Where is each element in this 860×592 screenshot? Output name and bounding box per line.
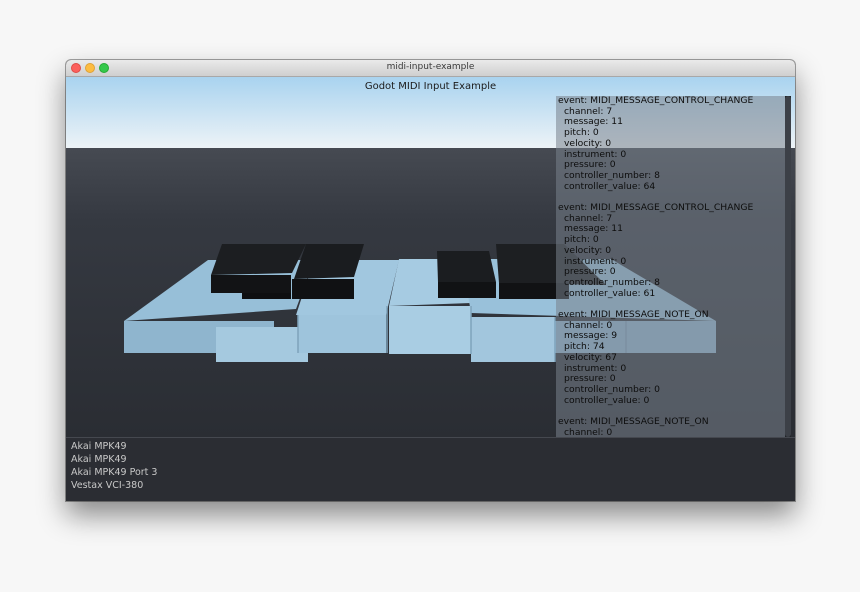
midi-event-log[interactable]: event: MIDI_MESSAGE_CONTROL_CHANGE chann… bbox=[556, 96, 788, 437]
event-field: channel: 0 bbox=[564, 426, 613, 437]
log-entry: event: MIDI_MESSAGE_NOTE_ON channel: 0 bbox=[556, 416, 788, 437]
title-bar[interactable]: midi-input-example bbox=[66, 60, 795, 77]
midi-device-list: Akai MPK49 Akai MPK49 Akai MPK49 Port 3 … bbox=[66, 437, 795, 501]
log-entry: event: MIDI_MESSAGE_CONTROL_CHANGE chann… bbox=[556, 96, 788, 203]
3d-viewport[interactable]: Godot MIDI Input Example event: MIDI_MES… bbox=[66, 77, 795, 437]
window-title: midi-input-example bbox=[386, 62, 475, 72]
log-entry: event: MIDI_MESSAGE_CONTROL_CHANGE chann… bbox=[556, 202, 788, 310]
device-item[interactable]: Akai MPK49 bbox=[66, 453, 795, 466]
app-window: midi-input-example Godot MIDI Input Exam… bbox=[66, 60, 795, 501]
device-item[interactable]: Akai MPK49 Port 3 bbox=[66, 466, 795, 479]
device-item[interactable]: Akai MPK49 bbox=[66, 440, 795, 453]
log-scrollbar[interactable] bbox=[785, 96, 791, 437]
event-field: velocity: 0 bbox=[564, 244, 612, 256]
event-field: controller_value: 64 bbox=[564, 180, 656, 192]
app-title: Godot MIDI Input Example bbox=[364, 81, 497, 92]
event-field: controller_value: 0 bbox=[564, 394, 650, 406]
scrollbar-thumb[interactable] bbox=[785, 96, 791, 437]
event-field: controller_value: 61 bbox=[564, 287, 656, 299]
event-field: velocity: 0 bbox=[564, 137, 612, 149]
log-entry: event: MIDI_MESSAGE_NOTE_ON channel: 0 m… bbox=[556, 309, 788, 417]
device-item[interactable]: Vestax VCI-380 bbox=[66, 479, 795, 492]
event-field: velocity: 67 bbox=[564, 351, 617, 363]
